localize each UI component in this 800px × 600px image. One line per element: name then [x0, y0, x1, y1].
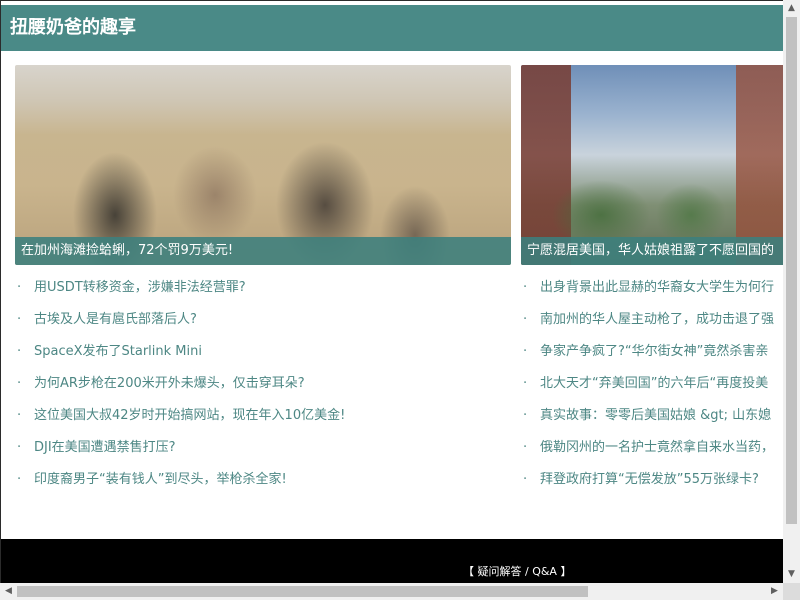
list-item[interactable]: · 出身背景出此显赫的华裔女大学生为何行: [523, 273, 783, 305]
list-item[interactable]: · DJI在美国遭遇禁售打压?: [17, 433, 507, 465]
list-item[interactable]: · 北大天才“弃美回国”的六年后“再度投美: [523, 369, 783, 401]
bullet-icon: ·: [523, 280, 528, 295]
list-item-link[interactable]: 北大天才“弃美回国”的六年后“再度投美: [540, 376, 768, 391]
vertical-scrollbar[interactable]: ▲ ▼: [783, 0, 800, 583]
page: 扭腰奶爸的趣享 在加州海滩捡蛤蜊，72个罚9万美元! 宁愿混居美国，华人姑娘祖露…: [0, 0, 783, 583]
list-item-link[interactable]: 争家产争疯了?“华尔街女神”竟然杀害亲: [540, 344, 768, 359]
vertical-scroll-thumb[interactable]: [786, 17, 797, 524]
featured-article-card[interactable]: 宁愿混居美国，华人姑娘祖露了不愿回国的: [521, 65, 783, 265]
scrollbar-corner: [783, 583, 800, 600]
bullet-icon: ·: [17, 312, 22, 327]
article-list-left: · 用USDT转移资金，涉嫌非法经营罪? · 古埃及人是有扈氏部落后人? · Spac…: [17, 273, 507, 497]
list-item-link[interactable]: 南加州的华人屋主动枪了，成功击退了强: [540, 312, 774, 327]
list-item[interactable]: · 印度裔男子“装有钱人”到尽头，举枪杀全家!: [17, 465, 507, 497]
list-item-link[interactable]: 真实故事：零零后美国姑娘 &gt; 山东媳: [540, 408, 771, 423]
bullet-icon: ·: [17, 376, 22, 391]
list-item[interactable]: · 拜登政府打算“无偿发放”55万张绿卡?: [523, 465, 783, 497]
scroll-up-icon[interactable]: ▲: [783, 0, 800, 17]
site-footer: 【 疑问解答 / Q&A 】: [1, 539, 783, 583]
list-item[interactable]: · 古埃及人是有扈氏部落后人?: [17, 305, 507, 337]
list-item-link[interactable]: 这位美国大叔42岁时开始搞网站，现在年入10亿美金!: [34, 408, 345, 423]
article-caption[interactable]: 宁愿混居美国，华人姑娘祖露了不愿回国的: [521, 237, 783, 265]
list-item[interactable]: · 这位美国大叔42岁时开始搞网站，现在年入10亿美金!: [17, 401, 507, 433]
article-caption[interactable]: 在加州海滩捡蛤蜊，72个罚9万美元!: [15, 237, 511, 265]
list-item-link[interactable]: 用USDT转移资金，涉嫌非法经营罪?: [34, 280, 246, 295]
bullet-icon: ·: [523, 408, 528, 423]
browser-viewport: 扭腰奶爸的趣享 在加州海滩捡蛤蜊，72个罚9万美元! 宁愿混居美国，华人姑娘祖露…: [0, 0, 783, 583]
site-title[interactable]: 扭腰奶爸的趣享: [10, 17, 136, 39]
list-item-link[interactable]: SpaceX发布了Starlink Mini: [34, 344, 202, 359]
bullet-icon: ·: [523, 376, 528, 391]
list-item[interactable]: · 南加州的华人屋主动枪了，成功击退了强: [523, 305, 783, 337]
list-item[interactable]: · 真实故事：零零后美国姑娘 &gt; 山东媳: [523, 401, 783, 433]
qa-link[interactable]: 【 疑问解答 / Q&A 】: [463, 565, 571, 579]
bullet-icon: ·: [523, 472, 528, 487]
scroll-down-icon[interactable]: ▼: [783, 566, 800, 583]
bullet-icon: ·: [17, 440, 22, 455]
bullet-icon: ·: [17, 344, 22, 359]
horizontal-scroll-thumb[interactable]: [17, 586, 588, 597]
list-item-link[interactable]: 古埃及人是有扈氏部落后人?: [34, 312, 197, 327]
horizontal-scrollbar[interactable]: ◀ ▶: [0, 583, 783, 600]
bullet-icon: ·: [523, 344, 528, 359]
site-header: 扭腰奶爸的趣享: [1, 5, 783, 51]
list-item-link[interactable]: 俄勒冈州的一名护士竟然拿自来水当药，: [540, 440, 774, 455]
bullet-icon: ·: [523, 440, 528, 455]
bullet-icon: ·: [523, 312, 528, 327]
list-item[interactable]: · 为何AR步枪在200米开外未爆头，仅击穿耳朵?: [17, 369, 507, 401]
featured-article-card[interactable]: 在加州海滩捡蛤蜊，72个罚9万美元!: [15, 65, 511, 265]
list-item-link[interactable]: 为何AR步枪在200米开外未爆头，仅击穿耳朵?: [34, 376, 305, 391]
bullet-icon: ·: [17, 280, 22, 295]
article-photo[interactable]: [15, 65, 511, 265]
bullet-icon: ·: [17, 408, 22, 423]
list-item-link[interactable]: 拜登政府打算“无偿发放”55万张绿卡?: [540, 472, 759, 487]
list-item[interactable]: · 争家产争疯了?“华尔街女神”竟然杀害亲: [523, 337, 783, 369]
bullet-icon: ·: [17, 472, 22, 487]
list-item-link[interactable]: 印度裔男子“装有钱人”到尽头，举枪杀全家!: [34, 472, 287, 487]
article-photo[interactable]: [521, 65, 783, 265]
article-list-right: · 出身背景出此显赫的华裔女大学生为何行 · 南加州的华人屋主动枪了，成功击退了强 …: [523, 273, 783, 497]
scroll-right-icon[interactable]: ▶: [766, 583, 783, 600]
list-item-link[interactable]: 出身背景出此显赫的华裔女大学生为何行: [540, 280, 774, 295]
scroll-left-icon[interactable]: ◀: [0, 583, 17, 600]
list-item[interactable]: · 俄勒冈州的一名护士竟然拿自来水当药，: [523, 433, 783, 465]
list-item-link[interactable]: DJI在美国遭遇禁售打压?: [34, 440, 176, 455]
list-item[interactable]: · SpaceX发布了Starlink Mini: [17, 337, 507, 369]
list-item[interactable]: · 用USDT转移资金，涉嫌非法经营罪?: [17, 273, 507, 305]
